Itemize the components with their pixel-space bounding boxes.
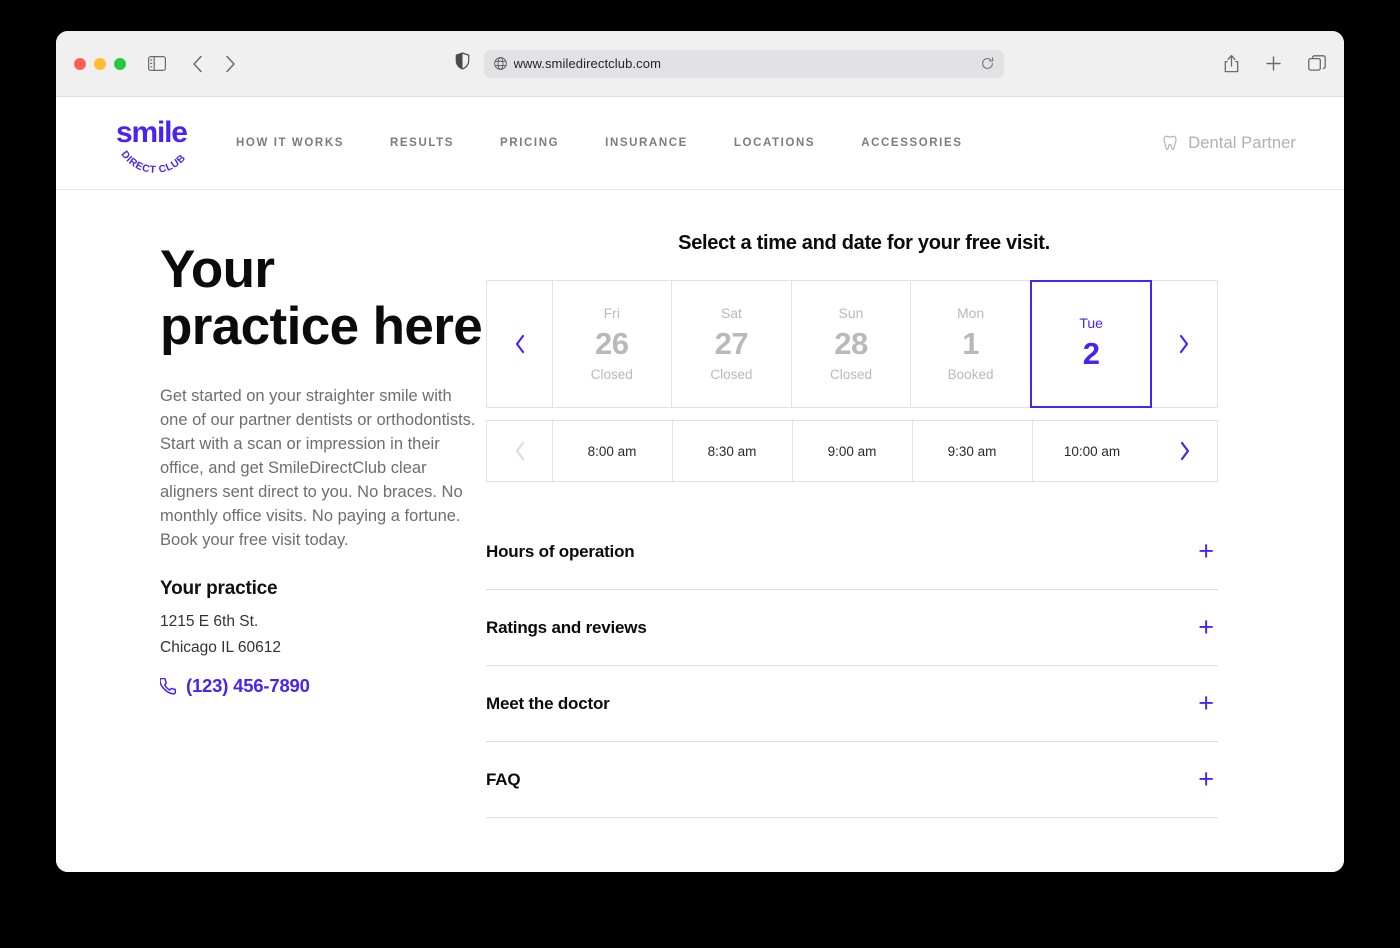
page-title: Your practice here <box>160 241 486 355</box>
date-cell-sat-27[interactable]: Sat 27 Closed <box>671 281 792 407</box>
time-prev-button[interactable] <box>487 421 552 481</box>
date-number: 2 <box>1082 336 1100 371</box>
date-cell-tue-2[interactable]: Tue 2 <box>1029 280 1153 408</box>
date-picker: Fri 26 Closed Sat 27 Closed Sun 28 Close… <box>486 280 1218 408</box>
date-dow: Fri <box>603 305 620 321</box>
address-line-2: Chicago IL 60612 <box>160 639 281 656</box>
date-status: Booked <box>947 367 994 382</box>
accordion-item-faq[interactable]: FAQ + <box>486 742 1218 818</box>
time-slot-0900am[interactable]: 9:00 am <box>791 421 913 481</box>
phone-number: (123) 456-7890 <box>186 675 310 696</box>
nav-item-results[interactable]: RESULTS <box>367 137 477 149</box>
scheduler-title: Select a time and date for your free vis… <box>678 232 1050 254</box>
reload-icon[interactable] <box>981 57 994 70</box>
main-navigation: HOW IT WORKS RESULTS PRICING INSURANCE L… <box>236 137 986 149</box>
date-dow: Mon <box>956 305 985 321</box>
accordion-label: Hours of operation <box>486 541 635 561</box>
date-cell-sun-28[interactable]: Sun 28 Closed <box>790 281 912 407</box>
date-cell-fri-26[interactable]: Fri 26 Closed <box>551 281 673 407</box>
date-dow: Tue <box>1079 315 1103 331</box>
new-tab-plus-icon[interactable] <box>1265 55 1282 72</box>
nav-item-insurance[interactable]: INSURANCE <box>582 137 711 149</box>
svg-text:smile: smile <box>116 116 187 149</box>
minimize-window-button[interactable] <box>94 57 106 70</box>
date-number: 28 <box>834 326 868 361</box>
plus-icon[interactable]: + <box>1198 766 1218 793</box>
forward-arrow-icon[interactable] <box>225 55 236 73</box>
date-prev-button[interactable] <box>487 281 552 407</box>
date-dow: Sun <box>838 305 864 321</box>
address-line-1: 1215 E 6th St. <box>160 613 259 630</box>
info-accordion: Hours of operation + Ratings and reviews… <box>486 514 1218 818</box>
tab-overview-icon[interactable] <box>1308 54 1326 73</box>
sidebar-toggle-icon[interactable] <box>148 56 166 71</box>
browser-window: www.smiledirectclub.com smile DIRECT CLU… <box>56 31 1344 872</box>
site-header: smile DIRECT CLUB HOW IT WORKS RESULTS P… <box>56 97 1344 190</box>
accordion-item-ratings-and-reviews[interactable]: Ratings and reviews + <box>486 590 1218 666</box>
dental-partner-link[interactable]: Dental Partner <box>1161 134 1296 153</box>
globe-icon <box>493 57 507 70</box>
url-input[interactable]: www.smiledirectclub.com <box>483 49 1004 78</box>
date-number: 27 <box>714 326 749 361</box>
time-next-button[interactable] <box>1152 421 1217 481</box>
window-controls[interactable] <box>74 57 126 70</box>
accordion-label: FAQ <box>486 769 521 789</box>
svg-text:DIRECT CLUB: DIRECT CLUB <box>118 149 188 174</box>
close-window-button[interactable] <box>74 57 86 70</box>
plus-icon[interactable]: + <box>1198 538 1218 565</box>
nav-item-accessories[interactable]: ACCESSORIES <box>838 137 985 149</box>
time-slot-0800am[interactable]: 8:00 am <box>551 421 673 481</box>
plus-icon[interactable]: + <box>1198 614 1218 641</box>
practice-info-column: Your practice here Get started on your s… <box>56 190 486 872</box>
date-next-button[interactable] <box>1151 281 1217 407</box>
date-cell-mon-1[interactable]: Mon 1 Booked <box>910 281 1031 407</box>
scheduler-column: Select a time and date for your free vis… <box>486 190 1286 872</box>
hero-title-line-1: Your <box>160 240 275 299</box>
date-dow: Sat <box>720 305 742 321</box>
accordion-item-hours-of-operation[interactable]: Hours of operation + <box>486 514 1218 590</box>
accordion-label: Meet the doctor <box>486 693 610 713</box>
dental-partner-label: Dental Partner <box>1188 133 1296 152</box>
maximize-window-button[interactable] <box>114 57 126 70</box>
time-picker: 8:00 am 8:30 am 9:00 am 9:30 am 10:00 am <box>486 420 1218 482</box>
tooth-icon <box>1161 134 1179 152</box>
time-slot-1000am[interactable]: 10:00 am <box>1031 421 1153 481</box>
browser-navigation[interactable] <box>192 55 236 73</box>
toolbar-right-actions <box>1224 54 1326 73</box>
plus-icon[interactable]: + <box>1198 690 1218 717</box>
date-number: 26 <box>595 326 629 361</box>
date-status: Closed <box>590 367 633 382</box>
hero-title-line-2: practice here <box>160 297 483 356</box>
phone-icon <box>160 677 177 695</box>
smiledirectclub-logo[interactable]: smile DIRECT CLUB <box>116 112 194 174</box>
accordion-label: Ratings and reviews <box>486 617 647 637</box>
practice-name: Your practice <box>160 578 278 599</box>
back-arrow-icon[interactable] <box>192 55 203 73</box>
page-content: Your practice here Get started on your s… <box>56 190 1344 872</box>
accordion-item-meet-the-doctor[interactable]: Meet the doctor + <box>486 666 1218 742</box>
phone-link[interactable]: (123) 456-7890 <box>160 675 486 697</box>
date-status: Closed <box>829 367 872 382</box>
nav-item-pricing[interactable]: PRICING <box>477 137 582 149</box>
nav-item-how-it-works[interactable]: HOW IT WORKS <box>236 137 367 149</box>
share-icon[interactable] <box>1224 54 1239 73</box>
nav-item-locations[interactable]: LOCATIONS <box>711 137 838 149</box>
date-number: 1 <box>962 326 979 361</box>
url-text: www.smiledirectclub.com <box>513 56 662 71</box>
time-slot-0930am[interactable]: 9:30 am <box>911 421 1033 481</box>
hero-description: Get started on your straighter smile wit… <box>160 387 476 549</box>
privacy-shield-icon[interactable] <box>455 52 470 75</box>
date-status: Closed <box>710 367 753 382</box>
browser-toolbar: www.smiledirectclub.com <box>56 31 1344 97</box>
time-slot-0830am[interactable]: 8:30 am <box>671 421 793 481</box>
address-bar-area: www.smiledirectclub.com <box>256 49 1202 78</box>
web-page: smile DIRECT CLUB HOW IT WORKS RESULTS P… <box>56 97 1344 872</box>
